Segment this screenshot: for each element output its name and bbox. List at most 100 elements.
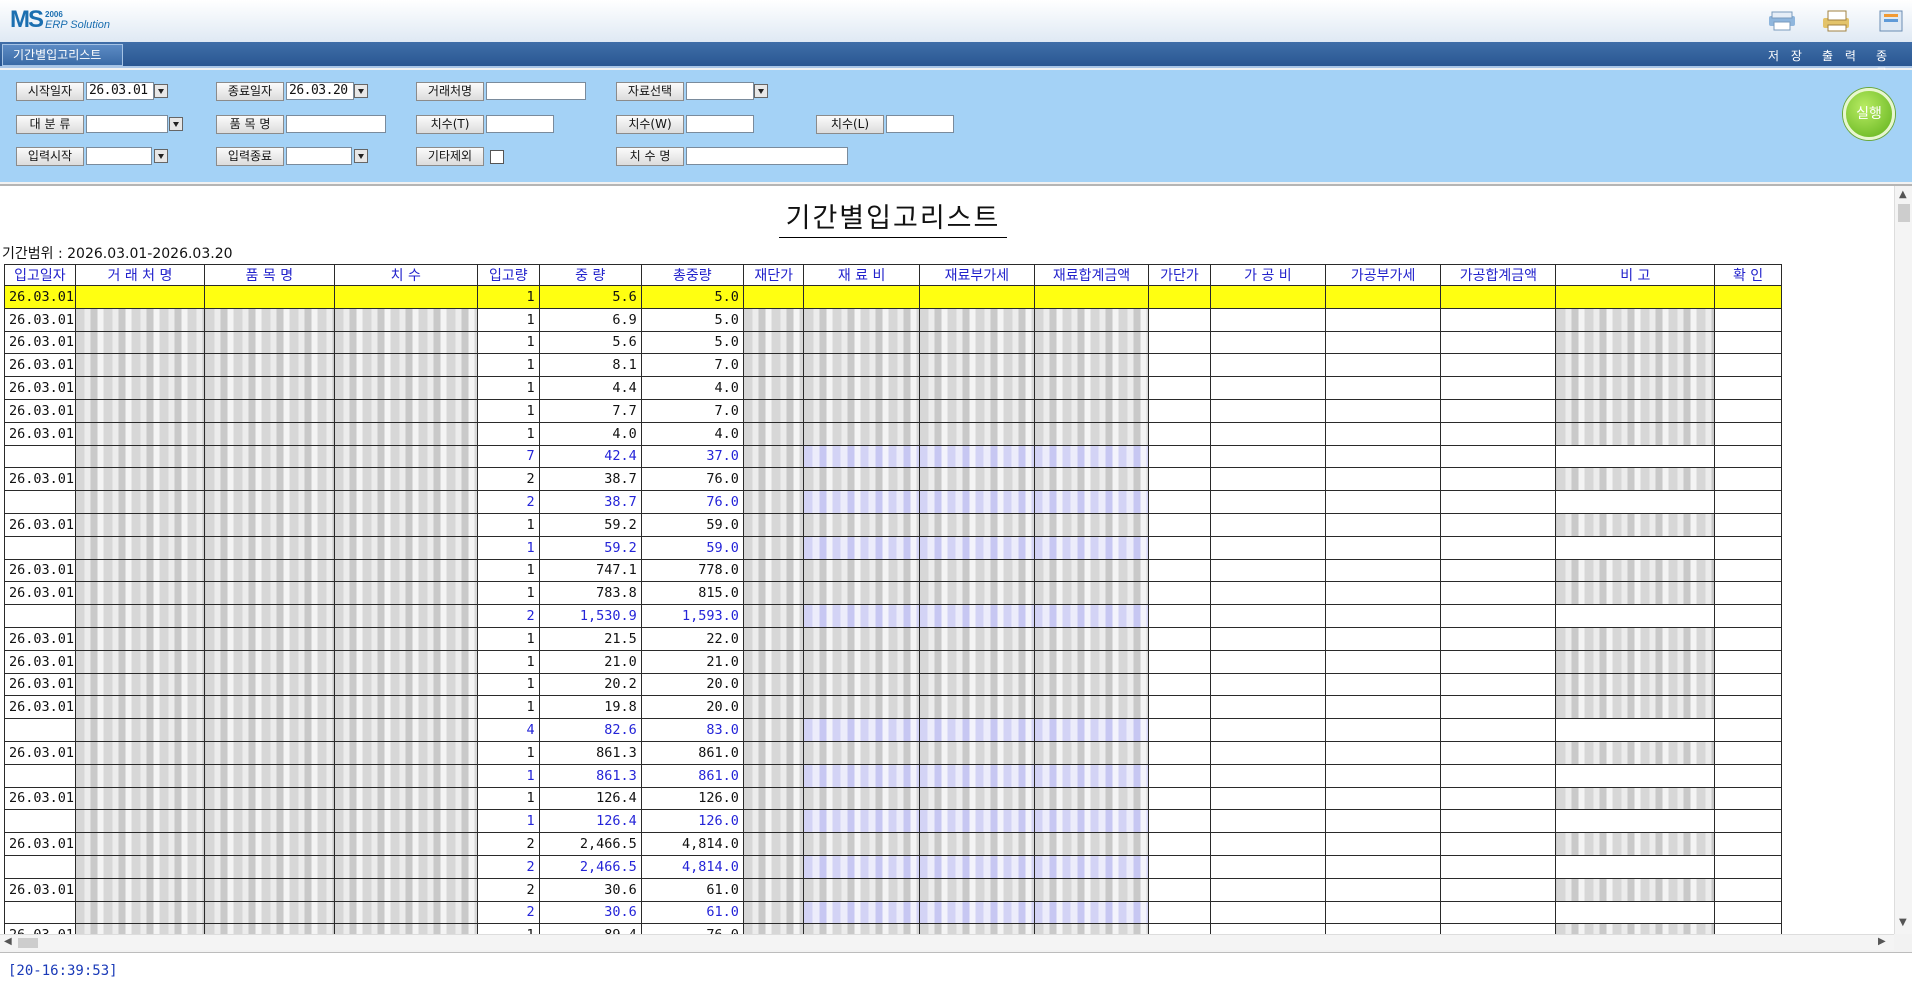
scroll-left-icon[interactable]: ◀ bbox=[4, 935, 12, 949]
column-header: 가공합계금액 bbox=[1440, 264, 1557, 286]
subtotal-row[interactable]: 1 861.3 861.0 bbox=[4, 763, 1782, 788]
table-row[interactable]: 26.03.01 1 747.1 778.0 bbox=[4, 558, 1782, 583]
vertical-scroll-thumb[interactable] bbox=[1898, 204, 1910, 222]
cell-material-cost-redacted bbox=[803, 285, 920, 309]
thickness-input[interactable] bbox=[486, 115, 554, 133]
cell-total-weight: 861.0 bbox=[640, 740, 744, 765]
cell-unit-price-redacted bbox=[742, 307, 805, 332]
item-input[interactable] bbox=[286, 115, 386, 133]
cell-process-unit-price bbox=[1148, 923, 1211, 934]
cell-unit-price-redacted bbox=[742, 604, 805, 628]
cell-dimension-redacted bbox=[333, 558, 479, 583]
table-row[interactable]: 26.03.01 2 38.7 76.0 bbox=[4, 467, 1782, 492]
table-row[interactable]: 26.03.01 1 7.7 7.0 bbox=[4, 398, 1782, 423]
cell-process-total bbox=[1440, 718, 1557, 742]
table-row[interactable]: 26.03.01 1 5.6 5.0 bbox=[4, 330, 1782, 355]
run-button[interactable]: 실행 bbox=[1843, 88, 1895, 140]
cell-material-cost-redacted bbox=[803, 535, 920, 560]
table-row[interactable]: 26.03.01 2 2,466.5 4,814.0 bbox=[4, 832, 1782, 856]
table-row[interactable]: 26.03.01 1 20.2 20.0 bbox=[4, 672, 1782, 697]
input-end-dropdown-icon[interactable] bbox=[354, 149, 368, 163]
subtotal-row[interactable]: 2 30.6 61.0 bbox=[4, 900, 1782, 925]
subtotal-row[interactable]: 2 1,530.9 1,593.0 bbox=[4, 604, 1782, 628]
subtotal-row[interactable]: 2 2,466.5 4,814.0 bbox=[4, 854, 1782, 879]
table-row[interactable]: 26.03.01 1 861.3 861.0 bbox=[4, 740, 1782, 765]
print-button[interactable]: 출 력 bbox=[1822, 47, 1860, 64]
start-date-input[interactable]: 26.03.01 bbox=[86, 82, 154, 100]
cell-quantity: 1 bbox=[477, 672, 540, 697]
cell-material-cost-redacted bbox=[803, 740, 920, 765]
cell-material-total-redacted bbox=[1033, 718, 1150, 742]
input-start-dropdown-icon[interactable] bbox=[154, 149, 168, 163]
cell-date: 26.03.01 bbox=[4, 512, 76, 537]
scroll-right-icon[interactable]: ▶ bbox=[1878, 935, 1886, 949]
cell-note-redacted bbox=[1555, 763, 1716, 788]
data-select-label: 자료선택 bbox=[616, 82, 684, 101]
cell-vendor-redacted bbox=[74, 581, 206, 606]
cell-material-total-redacted bbox=[1033, 695, 1150, 720]
cell-date bbox=[4, 763, 76, 788]
exclude-checkbox[interactable] bbox=[490, 150, 504, 164]
table-row[interactable]: 26.03.01 1 21.0 21.0 bbox=[4, 649, 1782, 674]
table-row[interactable]: 26.03.01 1 6.9 5.0 bbox=[4, 307, 1782, 332]
table-row[interactable]: 26.03.01 1 59.2 59.0 bbox=[4, 512, 1782, 537]
input-start-input[interactable] bbox=[86, 147, 152, 165]
table-row[interactable]: 26.03.01 2 30.6 61.0 bbox=[4, 877, 1782, 902]
cell-vendor-redacted bbox=[74, 626, 206, 651]
print-icon[interactable] bbox=[1820, 8, 1860, 36]
width-input[interactable] bbox=[686, 115, 754, 133]
save-icon[interactable] bbox=[1766, 8, 1806, 36]
cell-weight: 21.0 bbox=[538, 649, 642, 674]
category-label: 대 분 류 bbox=[16, 115, 84, 134]
subtotal-row[interactable]: 4 82.6 83.0 bbox=[4, 718, 1782, 742]
scroll-up-icon[interactable]: ▲ bbox=[1899, 188, 1907, 202]
cell-process-unit-price bbox=[1148, 307, 1211, 332]
table-row[interactable]: 26.03.01 1 21.5 22.0 bbox=[4, 626, 1782, 651]
cell-process-total bbox=[1440, 490, 1557, 514]
cell-quantity: 2 bbox=[477, 604, 540, 628]
category-input[interactable] bbox=[86, 115, 168, 133]
table-row[interactable]: 26.03.01 1 8.1 7.0 bbox=[4, 353, 1782, 378]
table-row[interactable]: 26.03.01 1 4.0 4.0 bbox=[4, 421, 1782, 446]
subtotal-row[interactable]: 7 42.4 37.0 bbox=[4, 444, 1782, 469]
input-end-input[interactable] bbox=[286, 147, 352, 165]
end-date-input[interactable]: 26.03.20 bbox=[286, 82, 354, 100]
data-select-input[interactable] bbox=[686, 82, 754, 100]
cell-date: 26.03.01 bbox=[4, 285, 76, 309]
vertical-scrollbar[interactable]: ▲ ▼ bbox=[1894, 186, 1912, 934]
cell-total-weight: 5.0 bbox=[640, 330, 744, 355]
table-row[interactable]: 26.03.01 189.476.0 bbox=[4, 923, 1782, 934]
cell-confirm bbox=[1714, 695, 1782, 720]
exit-icon[interactable] bbox=[1874, 8, 1912, 36]
cell-unit-price-redacted bbox=[742, 444, 805, 469]
length-input[interactable] bbox=[886, 115, 954, 133]
table-row[interactable]: 26.03.01 1 4.4 4.0 bbox=[4, 376, 1782, 400]
start-date-label: 시작일자 bbox=[16, 82, 84, 101]
tab-period-receipt-list[interactable]: 기간별입고리스트 bbox=[2, 44, 123, 66]
cell-process-unit-price bbox=[1148, 330, 1211, 355]
cell-weight: 8.1 bbox=[538, 353, 642, 378]
subtotal-row[interactable]: 2 38.7 76.0 bbox=[4, 490, 1782, 514]
table-row[interactable]: 26.03.01 1 19.8 20.0 bbox=[4, 695, 1782, 720]
scroll-down-icon[interactable]: ▼ bbox=[1899, 916, 1907, 930]
table-row[interactable]: 26.03.01 1 126.4 126.0 bbox=[4, 786, 1782, 811]
table-row[interactable]: 26.03.01 1 5.6 5.0 bbox=[4, 285, 1782, 309]
cell-process-cost bbox=[1209, 421, 1327, 446]
cell-material-cost-redacted bbox=[803, 307, 920, 332]
category-dropdown-icon[interactable] bbox=[169, 117, 183, 131]
horizontal-scroll-thumb[interactable] bbox=[18, 938, 38, 948]
horizontal-scrollbar[interactable]: ◀ ▶ bbox=[0, 934, 1894, 950]
cell-quantity: 1 bbox=[477, 923, 540, 934]
data-select-dropdown-icon[interactable] bbox=[754, 84, 768, 98]
cell-process-total bbox=[1440, 809, 1557, 834]
vendor-input[interactable] bbox=[486, 82, 586, 100]
subtotal-row[interactable]: 1 59.2 59.0 bbox=[4, 535, 1782, 560]
cell-material-vat-redacted bbox=[918, 763, 1035, 788]
table-row[interactable]: 26.03.01 1 783.8 815.0 bbox=[4, 581, 1782, 606]
cell-unit-price-redacted bbox=[742, 900, 805, 925]
save-button[interactable]: 저 장 bbox=[1768, 47, 1806, 64]
end-date-dropdown-icon[interactable] bbox=[354, 84, 368, 98]
subtotal-row[interactable]: 1 126.4 126.0 bbox=[4, 809, 1782, 834]
start-date-dropdown-icon[interactable] bbox=[154, 84, 168, 98]
dimension-name-input[interactable] bbox=[686, 147, 848, 165]
